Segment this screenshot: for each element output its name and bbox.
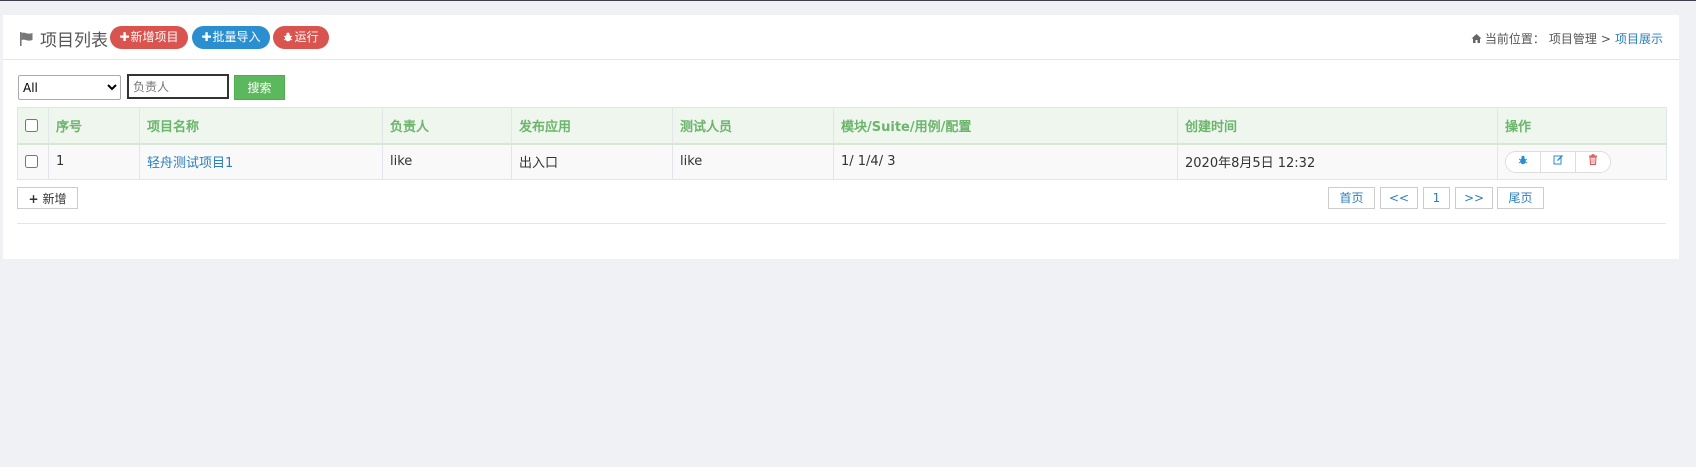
search-button[interactable]: 搜索 (234, 75, 285, 100)
run-label: 运行 (294, 30, 319, 44)
row-index: 1 (48, 143, 140, 180)
row-select-cell (17, 143, 49, 180)
pager-prev-button[interactable]: << (1380, 187, 1418, 209)
add-row-button[interactable]: + 新增 (17, 187, 78, 209)
column-header-app[interactable]: 发布应用 (511, 107, 673, 145)
select-all-checkbox[interactable] (25, 118, 38, 132)
pager-page-button[interactable]: 1 (1423, 187, 1450, 209)
column-header-tester[interactable]: 测试人员 (672, 107, 834, 145)
edit-project-button[interactable] (1541, 151, 1576, 172)
pager-first-button[interactable]: 首页 (1328, 187, 1375, 209)
flag-icon (19, 31, 35, 47)
row-app: 出入口 (511, 143, 673, 180)
owner-search-input[interactable] (127, 74, 229, 99)
row-tester: like (672, 143, 834, 180)
delete-project-button[interactable] (1576, 151, 1610, 172)
run-button[interactable]: 运行 (273, 26, 329, 49)
breadcrumb-prefix: 当前位置： (1484, 32, 1545, 46)
column-header-owner[interactable]: 负责人 (382, 107, 512, 145)
batch-import-label: 批量导入 (212, 30, 261, 44)
new-project-label: 新增项目 (130, 30, 179, 44)
home-icon (1471, 33, 1482, 44)
column-header-name[interactable]: 项目名称 (139, 107, 383, 145)
column-header-created[interactable]: 创建时间 (1177, 107, 1498, 145)
title-group: 项目列表 (19, 26, 108, 51)
plus-icon: + (28, 192, 39, 206)
bug-icon (1518, 154, 1528, 169)
select-all-cell (17, 107, 49, 145)
batch-import-button[interactable]: ✚批量导入 (192, 26, 270, 49)
pager-last-button[interactable]: 尾页 (1497, 187, 1544, 209)
project-list-panel: 项目列表 ✚新增项目 ✚批量导入 运行 当前位置： 项目管理 > 项目展示 Al… (3, 15, 1679, 259)
category-select[interactable]: All (18, 75, 121, 100)
table-row: 1 轻舟测试项目1 like 出入口 like 1/ 1/4/ 3 2020年8… (17, 143, 1667, 180)
table-header-row: 序号 项目名称 负责人 发布应用 测试人员 模块/Suite/用例/配置 创建时… (17, 107, 1667, 145)
row-owner: like (382, 143, 512, 180)
column-header-counts[interactable]: 模块/Suite/用例/配置 (833, 107, 1178, 145)
breadcrumb-separator: > (1600, 31, 1611, 46)
project-table: 序号 项目名称 负责人 发布应用 测试人员 模块/Suite/用例/配置 创建时… (17, 107, 1667, 180)
add-row-label: 新增 (42, 192, 67, 206)
new-project-button[interactable]: ✚新增项目 (110, 26, 188, 49)
row-checkbox[interactable] (25, 155, 38, 169)
page-title: 项目列表 (40, 31, 108, 51)
edit-icon (1553, 154, 1564, 169)
row-actions (1497, 143, 1667, 180)
breadcrumb-current: 项目展示 (1614, 32, 1663, 46)
panel-header: 项目列表 ✚新增项目 ✚批量导入 运行 当前位置： 项目管理 > 项目展示 (3, 15, 1679, 60)
row-counts: 1/ 1/4/ 3 (833, 143, 1178, 180)
plus-icon: ✚ (201, 30, 212, 44)
plus-icon: ✚ (119, 30, 130, 44)
breadcrumb: 当前位置： 项目管理 > 项目展示 (1471, 30, 1663, 47)
pager-next-button[interactable]: >> (1455, 187, 1493, 209)
trash-icon (1588, 154, 1598, 169)
run-project-button[interactable] (1506, 151, 1541, 172)
action-button-group (1505, 150, 1611, 173)
divider (17, 223, 1666, 224)
breadcrumb-parent[interactable]: 项目管理 (1549, 30, 1597, 47)
project-name-link[interactable]: 轻舟测试项目1 (139, 143, 383, 180)
column-header-index[interactable]: 序号 (48, 107, 140, 145)
window-top-border (0, 0, 1696, 1)
column-header-actions: 操作 (1497, 107, 1667, 145)
row-created: 2020年8月5日 12:32 (1177, 143, 1498, 180)
bug-icon (283, 27, 293, 50)
